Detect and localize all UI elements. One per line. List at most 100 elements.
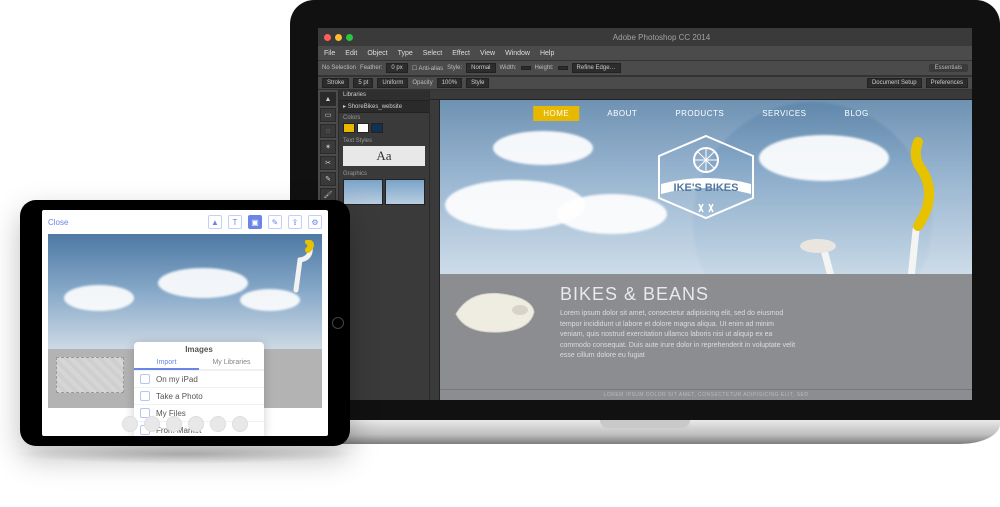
tablet-screen: Close ▲ T ▣ ✎ ⇪ ⚙ — [42, 210, 328, 436]
tablet-shadow — [15, 444, 355, 464]
redo-button[interactable] — [166, 416, 182, 432]
canvas-area: HOME ABOUT PRODUCTS SERVICES BLOG — [430, 90, 972, 414]
tablet-home-button[interactable] — [332, 317, 344, 329]
horizontal-ruler[interactable] — [430, 90, 972, 100]
menu-view[interactable]: View — [480, 50, 495, 57]
text-style-sample[interactable]: Aa — [343, 146, 425, 166]
artboard[interactable]: HOME ABOUT PRODUCTS SERVICES BLOG — [440, 100, 972, 400]
wand-tool[interactable]: ✶ — [320, 140, 336, 154]
layers-button[interactable] — [122, 416, 138, 432]
app-titlebar: Adobe Photoshop CC 2014 — [318, 28, 972, 46]
section-heading: BIKES & BEANS — [560, 284, 960, 305]
popover-tab-import[interactable]: Import — [134, 357, 199, 370]
menu-help[interactable]: Help — [540, 50, 554, 57]
eyedropper-tool[interactable]: ✎ — [320, 172, 336, 186]
undo-button[interactable] — [144, 416, 160, 432]
vertical-ruler[interactable] — [430, 100, 440, 400]
laptop-camera — [642, 10, 648, 16]
comp-hero — [48, 234, 322, 349]
menu-object[interactable]: Object — [367, 50, 387, 57]
preferences-button[interactable]: Preferences — [926, 78, 968, 88]
menu-file[interactable]: File — [324, 50, 335, 57]
app-controlbar-2: Stroke 5 pt Uniform Opacity 100% Style D… — [318, 76, 972, 90]
website-hero: HOME ABOUT PRODUCTS SERVICES BLOG — [440, 100, 972, 274]
refine-edge-button[interactable]: Refine Edge… — [572, 63, 621, 73]
rectangle-select-tool[interactable]: ▭ — [320, 108, 336, 122]
graphic-thumbnail[interactable] — [343, 179, 383, 205]
status-bar: 66.67% Doc: 2.25M/2.25M — [430, 400, 972, 414]
comp-bottom-toolbar — [122, 416, 248, 432]
website-section: BIKES & BEANS Lorem ipsum dolor sit amet… — [440, 274, 972, 400]
style-select[interactable]: Normal — [466, 63, 495, 73]
height-field[interactable] — [558, 66, 568, 70]
move-tool[interactable]: ▲ — [320, 92, 336, 106]
libraries-panel-header[interactable]: Libraries — [339, 90, 429, 101]
popover-item-photo[interactable]: Take a Photo — [134, 387, 264, 404]
add-shape-icon[interactable]: ▲ — [208, 215, 222, 229]
more-button[interactable] — [232, 416, 248, 432]
style-button[interactable]: Style — [466, 78, 489, 88]
opacity-field[interactable]: 100% — [437, 78, 462, 88]
laptop-device: Adobe Photoshop CC 2014 File Edit Object… — [290, 0, 1000, 500]
no-selection-label: No Selection — [322, 65, 356, 71]
document-setup-button[interactable]: Document Setup — [867, 78, 922, 88]
menu-edit[interactable]: Edit — [345, 50, 357, 57]
stroke-weight-field[interactable]: 5 pt — [353, 78, 373, 88]
device-icon — [140, 374, 150, 384]
image-placeholder[interactable] — [56, 357, 124, 393]
zoom-window-button[interactable] — [346, 34, 353, 41]
pen-tool-icon[interactable]: ✎ — [268, 215, 282, 229]
nav-home[interactable]: HOME — [533, 106, 579, 121]
app-menubar: File Edit Object Type Select Effect View… — [318, 46, 972, 60]
color-swatch[interactable] — [343, 123, 355, 133]
duplicate-button[interactable] — [188, 416, 204, 432]
close-window-button[interactable] — [324, 34, 331, 41]
stroke-profile-select[interactable]: Uniform — [377, 78, 408, 88]
antialias-checkbox[interactable]: ☐ Anti-alias — [412, 65, 443, 72]
laptop-trackpad-notch — [600, 420, 690, 428]
menu-select[interactable]: Select — [423, 50, 442, 57]
stroke-label[interactable]: Stroke — [322, 78, 349, 88]
text-styles-section-label: Text Styles — [339, 136, 429, 146]
zoom-level[interactable]: 66.67% — [434, 405, 454, 411]
cloud-shape — [493, 131, 593, 165]
share-icon[interactable]: ⇪ — [288, 215, 302, 229]
color-swatch[interactable] — [357, 123, 369, 133]
width-field[interactable] — [521, 66, 531, 70]
delete-button[interactable] — [210, 416, 226, 432]
popover-item-ipad[interactable]: On my iPad — [134, 370, 264, 387]
laptop-base — [290, 420, 1000, 444]
library-select[interactable]: ▸ ShoreBikes_website — [339, 101, 429, 113]
image-tool-icon[interactable]: ▣ — [248, 215, 262, 229]
minimize-window-button[interactable] — [335, 34, 342, 41]
width-label: Width: — [500, 65, 517, 71]
nav-about[interactable]: ABOUT — [597, 106, 647, 121]
comp-app-topbar: Close ▲ T ▣ ✎ ⇪ ⚙ — [42, 210, 328, 234]
laptop-screen: Adobe Photoshop CC 2014 File Edit Object… — [290, 0, 1000, 420]
graphics-thumbnails — [339, 179, 429, 205]
graphic-thumbnail[interactable] — [385, 179, 425, 205]
handlebar-icon — [256, 240, 316, 300]
menu-type[interactable]: Type — [398, 50, 413, 57]
settings-icon[interactable]: ⚙ — [308, 215, 322, 229]
text-tool-icon[interactable]: T — [228, 215, 242, 229]
close-button[interactable]: Close — [48, 218, 68, 227]
lasso-tool[interactable]: ◌ — [320, 124, 336, 138]
bike-saddle-icon — [450, 284, 540, 338]
opacity-label: Opacity — [412, 80, 432, 86]
section-body: Lorem ipsum dolor sit amet, consectetur … — [560, 309, 800, 362]
app-window-title: Adobe Photoshop CC 2014 — [357, 33, 966, 42]
crop-tool[interactable]: ✂ — [320, 156, 336, 170]
popover-tab-libraries[interactable]: My Libraries — [199, 357, 264, 370]
style-label: Style: — [447, 65, 462, 71]
workspace-switcher[interactable]: Essentials — [929, 64, 968, 72]
feather-field[interactable]: 0 px — [386, 63, 407, 73]
menu-effect[interactable]: Effect — [452, 50, 470, 57]
popover-title: Images — [134, 342, 264, 357]
color-swatches — [339, 123, 429, 136]
libraries-panel: Libraries ▸ ShoreBikes_website Colors Te… — [338, 90, 430, 414]
cloud-shape — [158, 268, 248, 298]
color-swatch[interactable] — [371, 123, 383, 133]
menu-window[interactable]: Window — [505, 50, 530, 57]
colors-section-label: Colors — [339, 113, 429, 123]
